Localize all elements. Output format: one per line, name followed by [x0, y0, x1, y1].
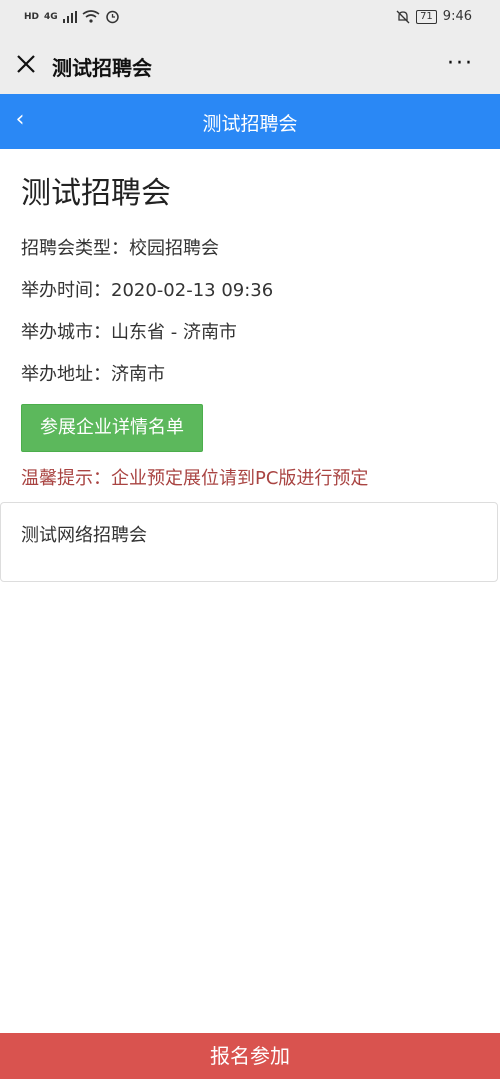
description-text: 测试网络招聘会 — [21, 525, 147, 546]
event-time-row: 举办时间：2020-02-13 09:36 — [21, 280, 274, 301]
wechat-title-bar: 测试招聘会 ··· — [0, 36, 500, 94]
status-bar: HD 4G 71 9:46 — [0, 0, 500, 36]
alarm-icon — [105, 10, 119, 24]
hd-label: HD — [24, 11, 40, 22]
event-city-row: 举办城市：山东省 - 济南市 — [21, 322, 237, 343]
header-title: 测试招聘会 — [202, 113, 298, 135]
signal-icon — [62, 10, 77, 23]
battery-icon: 71 — [416, 9, 437, 24]
close-icon[interactable] — [14, 52, 38, 76]
more-icon[interactable]: ··· — [447, 53, 474, 75]
description-card: 测试网络招聘会 — [0, 502, 498, 582]
network-label: 4G — [44, 11, 58, 22]
status-time: 9:46 — [442, 9, 472, 24]
status-left: HD 4G — [24, 9, 120, 24]
event-title: 测试招聘会 — [21, 176, 171, 211]
status-right: 71 9:46 — [396, 9, 472, 24]
reservation-tip: 温馨提示：企业预定展位请到PC版进行预定 — [21, 468, 369, 489]
page-header: 测试招聘会 ‹ — [0, 94, 500, 149]
event-details: 测试招聘会 招聘会类型：校园招聘会 举办时间：2020-02-13 09:36 … — [21, 172, 481, 492]
back-icon[interactable]: ‹ — [10, 108, 30, 132]
wifi-icon — [82, 10, 100, 23]
wechat-page-title: 测试招聘会 — [52, 56, 152, 80]
event-type-row: 招聘会类型：校园招聘会 — [21, 238, 219, 259]
signup-button[interactable]: 报名参加 — [0, 1033, 500, 1079]
event-address-row: 举办地址：济南市 — [21, 364, 165, 385]
mute-bell-icon — [396, 10, 410, 23]
exhibitor-list-button[interactable]: 参展企业详情名单 — [21, 404, 203, 452]
